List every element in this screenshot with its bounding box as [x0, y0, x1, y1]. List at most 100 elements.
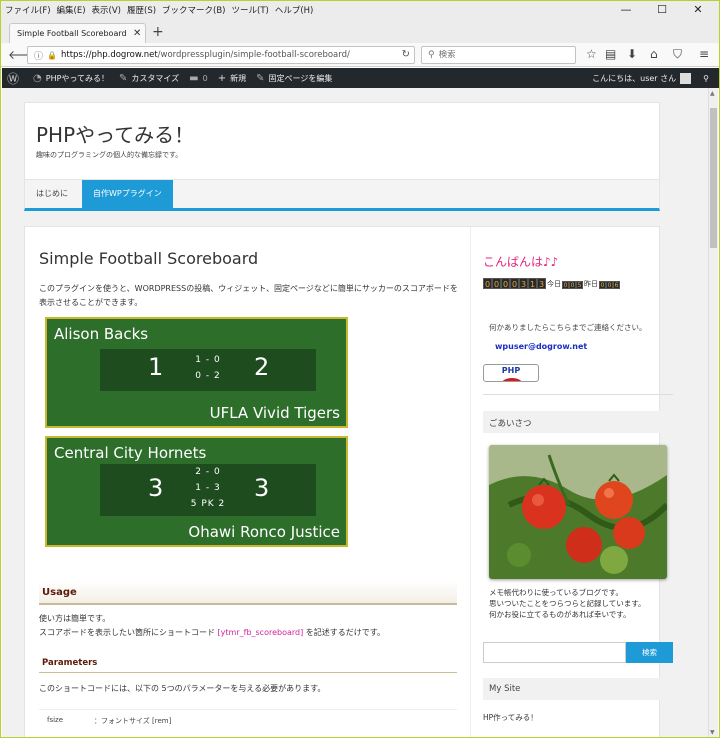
half-score: 0 - 2 — [195, 371, 221, 381]
menu-edit[interactable]: 編集(E) — [57, 4, 86, 16]
counter-digit: 0 — [569, 281, 576, 289]
counter-digit: 3 — [537, 278, 546, 289]
maximize-button[interactable]: ☐ — [647, 1, 677, 19]
tomato-photo — [489, 445, 667, 579]
info-icon[interactable]: ⓘ — [34, 49, 43, 62]
counter-digit: 0 — [606, 281, 613, 289]
home-icon[interactable]: ⌂ — [650, 47, 658, 61]
aisatsu-line: 思いついたことをつらつらと記録しています。 — [489, 599, 646, 608]
tab-bar: Simple Football Scoreboard – PHP ✕ + — [1, 19, 719, 43]
admin-greeting[interactable]: こんにちは、user さん — [592, 72, 692, 84]
admin-edit-label: 固定ページを編集 — [268, 73, 333, 83]
sidebar-search-input[interactable] — [483, 642, 626, 663]
scroll-down-icon[interactable]: ▼ — [710, 729, 715, 736]
parameters-heading-text: Parameters — [42, 658, 98, 668]
score-panel: 1 1 - 0 0 - 2 2 — [100, 349, 316, 391]
aisatsu-line: メモ帳代わりに使っているブログです。 — [489, 588, 623, 597]
score-panel: 3 2 - 0 1 - 3 5 PK 2 3 — [100, 464, 316, 516]
close-window-button[interactable]: ✕ — [683, 1, 713, 19]
wp-admin-bar: Ⓦ ◔ PHPやってみる！ ✎ カスタマイズ ▬ 0 + 新規 ✎ 固定ページを編集 こん… — [2, 68, 719, 88]
menu-view[interactable]: 表示(V) — [92, 4, 121, 16]
window-controls: — ☐ ✕ — [611, 1, 719, 19]
tab-title: Simple Football Scoreboard – PHP — [17, 29, 129, 38]
browser-search-input[interactable] — [438, 50, 559, 60]
widget-title: My Site — [483, 678, 673, 700]
half-score: 1 - 3 — [195, 483, 221, 493]
usage-heading-text: Usage — [42, 587, 77, 598]
browser-search-bar[interactable]: ⚲ — [421, 46, 576, 64]
counter-digit: 1 — [528, 278, 537, 289]
counter-digit: 6 — [613, 281, 620, 289]
admin-customize-link[interactable]: ✎ カスタマイズ — [119, 73, 179, 84]
menu-help[interactable]: ヘルプ(H) — [275, 4, 314, 16]
admin-edit-link[interactable]: ✎ 固定ページを編集 — [256, 73, 332, 84]
bookmark-star-icon[interactable]: ☆ — [586, 47, 597, 61]
hamburger-menu-icon[interactable]: ≡ — [699, 47, 709, 61]
site-header: PHPやってみる！ 趣味のプログラミングの個人的な備忘録です。 — [24, 102, 660, 180]
away-team: UFLA Vivid Tigers — [209, 404, 340, 422]
scrollbar-thumb[interactable] — [710, 108, 717, 248]
access-counter: 0 0 0 0 3 1 3 今日 0 0 5 昨日 0 0 6 — [483, 278, 620, 289]
counter-digit: 0 — [492, 278, 501, 289]
plus-icon: + — [217, 72, 227, 84]
half-score: 2 - 0 — [195, 467, 221, 477]
sidebar-search-button[interactable]: 検索 — [626, 642, 673, 663]
site-title[interactable]: PHPやってみる！ — [36, 119, 194, 148]
admin-site-label: PHPやってみる！ — [45, 73, 110, 83]
page-title: Simple Football Scoreboard — [39, 249, 259, 268]
counter-digit: 0 — [510, 278, 519, 289]
menu-tools[interactable]: ツール(T) — [232, 4, 269, 16]
menu-bookmarks[interactable]: ブックマーク(B) — [162, 4, 225, 16]
avatar — [680, 72, 692, 84]
counter-digit: 0 — [599, 281, 606, 289]
url-bar[interactable]: ⓘ 🔒 https://php.dogrow.net/wordpressplug… — [27, 46, 415, 64]
home-team: Central City Hornets — [54, 444, 207, 462]
scroll-up-icon[interactable]: ▲ — [710, 90, 715, 97]
table-row: fsize ：フォントサイズ [rem] — [39, 709, 457, 729]
url-domain: https://php.dogrow.net — [60, 50, 158, 60]
menu-history[interactable]: 履歴(S) — [127, 4, 156, 16]
admin-new-link[interactable]: + 新規 — [218, 73, 246, 84]
counter-digit: 0 — [483, 278, 492, 289]
sidebar-greeting: こんばんは♪♪ — [483, 255, 559, 269]
pocket-icon[interactable]: ⛉ — [673, 47, 682, 62]
main-column: Simple Football Scoreboard このプラグインを使うと、W… — [25, 227, 471, 737]
dashboard-icon: ◔ — [33, 72, 42, 84]
menu-file[interactable]: ファイル(F) — [5, 4, 51, 16]
content-area: Simple Football Scoreboard このプラグインを使うと、W… — [24, 226, 673, 737]
minimize-button[interactable]: — — [611, 1, 641, 19]
page-scrollbar[interactable]: ▲ ▼ — [708, 88, 718, 737]
usage-text: 使い方は簡単です。 スコアボードを表示したい箇所にショートコード [ytmr_f… — [39, 612, 459, 640]
counter-digit: 5 — [576, 281, 583, 289]
admin-site-link[interactable]: ◔ PHPやってみる！ — [33, 73, 109, 84]
usage-line2: スコアボードを表示したい箇所にショートコード [ytmr_fb_scoreboa… — [39, 626, 459, 640]
wp-logo-icon[interactable]: Ⓦ — [7, 70, 23, 87]
mysite-link[interactable]: HP作ってみる！ — [483, 712, 538, 723]
menu-item-plugins[interactable]: 自作WPプラグイン — [82, 180, 173, 208]
widget-title-text: ごあいさつ — [489, 419, 532, 429]
search-icon: ⚲ — [428, 50, 435, 60]
menu-item-intro[interactable]: はじめに — [25, 180, 79, 208]
reading-list-icon[interactable]: ▤ — [605, 47, 616, 61]
reload-icon[interactable]: ↻ — [402, 49, 410, 60]
admin-search-icon[interactable]: ⚲ — [703, 74, 709, 83]
admin-customize-label: カスタマイズ — [131, 73, 180, 83]
email-link[interactable]: wpuser@dogrow.net — [495, 342, 587, 351]
navigation-bar: 🡐 ⓘ 🔒 https://php.dogrow.net/wordpresspl… — [1, 43, 719, 67]
browser-tab[interactable]: Simple Football Scoreboard – PHP ✕ — [9, 23, 146, 43]
admin-new-label: 新規 — [230, 73, 247, 83]
admin-greeting-label: こんにちは、user さん — [592, 73, 677, 83]
admin-comments-link[interactable]: ▬ 0 — [189, 73, 208, 84]
download-icon[interactable]: ⬇ — [627, 47, 637, 61]
param-key: fsize — [47, 716, 64, 724]
parameters-heading: Parameters — [39, 653, 457, 673]
scoreboard: Alison Backs 1 1 - 0 0 - 2 2 UFLA Vivid … — [45, 317, 348, 428]
away-team: Ohawi Ronco Justice — [188, 523, 340, 541]
new-tab-icon[interactable]: + — [152, 24, 164, 40]
widget-title-text: My Site — [489, 684, 521, 694]
close-tab-icon[interactable]: ✕ — [133, 28, 141, 39]
usage-heading: Usage — [39, 581, 457, 605]
aisatsu-line: 何かお役に立てるものがあれば幸いです。 — [489, 610, 631, 619]
php-badge[interactable]: PHP — [483, 364, 539, 382]
tomato-image — [489, 445, 667, 579]
